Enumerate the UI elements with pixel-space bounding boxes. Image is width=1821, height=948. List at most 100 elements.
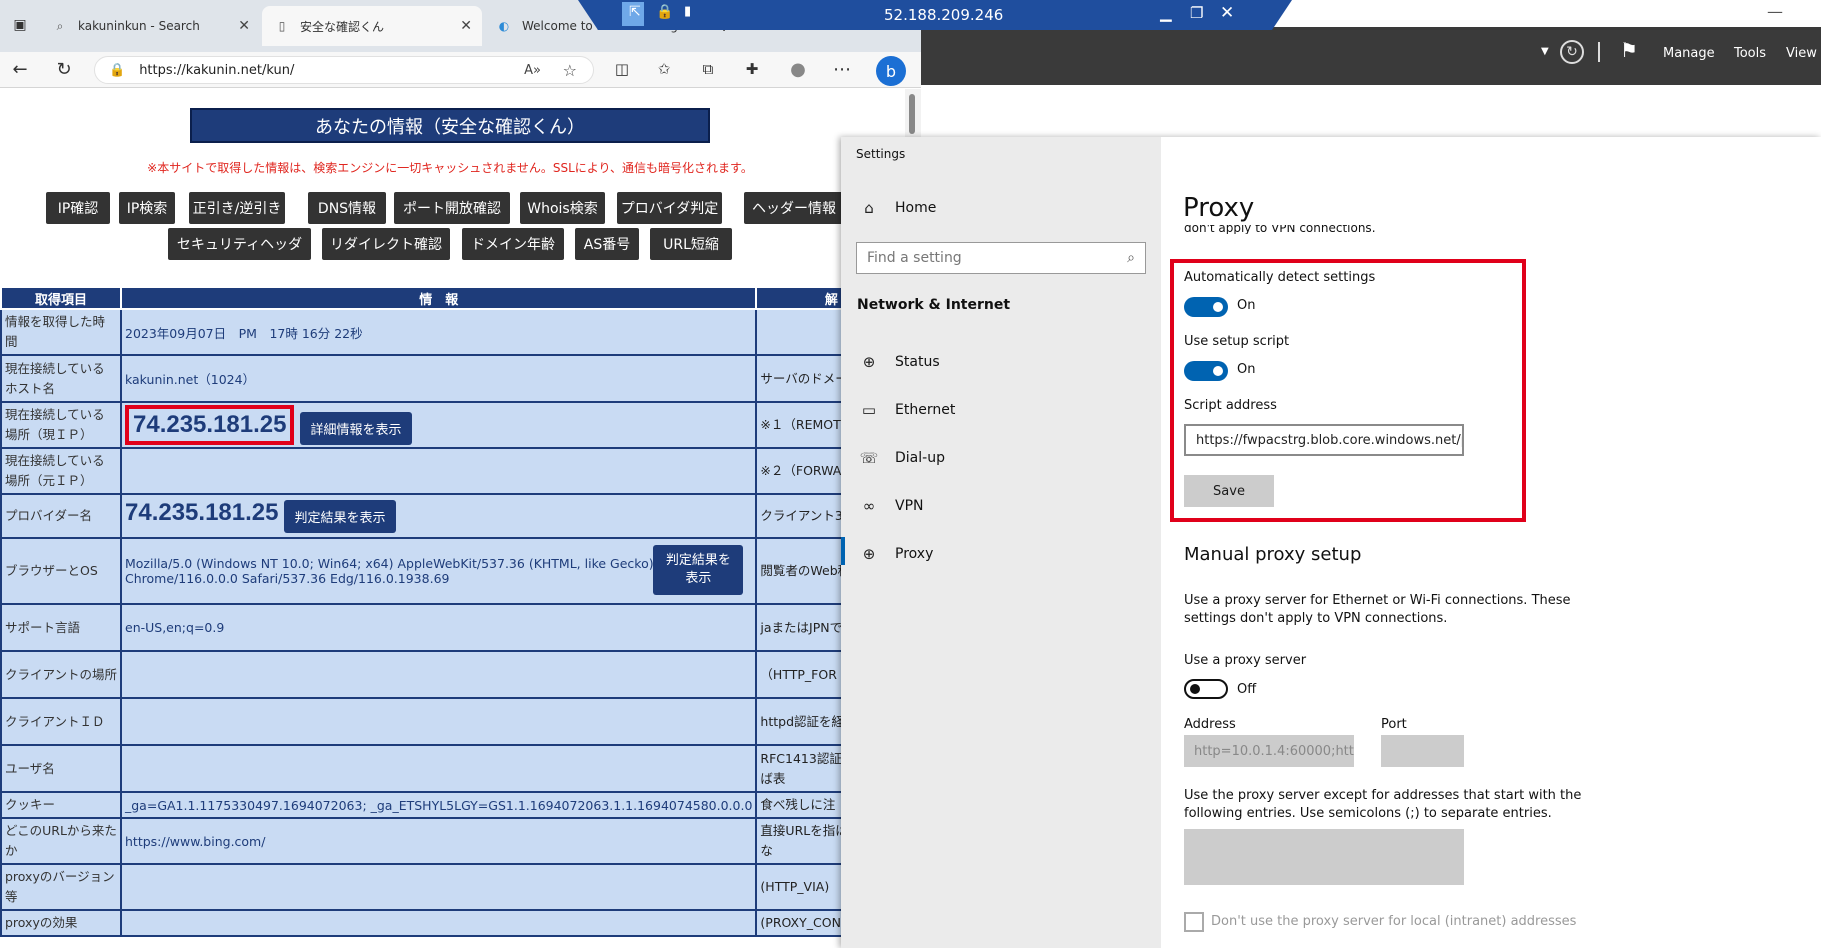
rdp-minimize-icon[interactable]: ▁ <box>1160 4 1172 22</box>
read-aloud-icon[interactable]: A» <box>524 63 541 78</box>
nav-home-label: Home <box>895 200 937 216</box>
user-agent-text: Mozilla/5.0 (Windows NT 10.0; Win64; x64… <box>125 556 654 586</box>
split-screen-icon[interactable]: ◫ <box>610 58 634 80</box>
rdp-ip-text: 52.188.209.246 <box>884 6 1004 24</box>
tab-actions-icon[interactable]: ▣ <box>8 14 32 36</box>
extensions-icon[interactable]: ✚ <box>740 58 764 80</box>
menu-tools[interactable]: Tools <box>1734 46 1766 61</box>
auto-detect-label: Automatically detect settings <box>1184 270 1376 285</box>
scrollbar-thumb[interactable] <box>909 94 915 134</box>
save-button[interactable]: Save <box>1184 475 1274 507</box>
exceptions-description: Use the proxy server except for addresse… <box>1184 788 1582 821</box>
collections-icon[interactable]: ⧉ <box>696 58 720 80</box>
nav-button-nav_row1-1[interactable]: IP検索 <box>119 192 175 224</box>
favorites-icon[interactable]: ✩ <box>652 58 676 80</box>
setup-script-toggle[interactable] <box>1184 361 1228 381</box>
row-value: _ga=GA1.1.1175330497.1694072063; _ga_ETS… <box>119 791 758 819</box>
row-value: 74.235.181.25 判定結果を表示 <box>119 493 758 539</box>
use-proxy-toggle[interactable] <box>1184 679 1228 699</box>
rdp-restore-icon[interactable]: ❐ <box>1190 4 1203 22</box>
table-row: 現在接続している場所（現ＩＰ） 74.235.181.25 詳細情報を表示 ※１（RE… <box>0 401 908 449</box>
nav-button-nav_row1-5[interactable]: Whois検索 <box>520 192 605 224</box>
nav-button-nav_row2-3[interactable]: AS番号 <box>575 228 639 260</box>
tab-label: kakuninkun - Search <box>78 19 200 33</box>
table-row: クッキー _ga=GA1.1.1175330497.1694072063; _ga… <box>0 791 908 819</box>
row-label: 現在接続している場所（元ＩＰ） <box>0 447 122 495</box>
signal-icon: ▮ <box>684 4 692 19</box>
exceptions-textarea[interactable] <box>1184 829 1464 885</box>
show-result-button[interactable]: 判定結果を表示 <box>284 500 396 533</box>
refresh-icon[interactable]: ↻ <box>52 58 76 80</box>
rdp-close-icon[interactable]: ✕ <box>1220 3 1234 23</box>
row-label: 現在接続しているホスト名 <box>0 354 122 403</box>
nav-ethernet[interactable]: ▭ Ethernet <box>857 401 955 419</box>
favorite-star-icon[interactable]: ☆ <box>563 61 577 80</box>
nav-button-nav_row2-1[interactable]: リダイレクト確認 <box>322 228 450 260</box>
nav-button-nav_row2-4[interactable]: URL短縮 <box>650 228 732 260</box>
clipped-text: don't apply to VPN connections. <box>1184 225 1376 234</box>
table-row: どこのURLから来たか https://www.bing.com/直接URLを指は… <box>0 817 908 865</box>
menu-manage[interactable]: Manage <box>1663 46 1715 61</box>
close-icon[interactable]: ✕ <box>460 18 472 34</box>
nav-button-nav_row1-3[interactable]: DNS情報 <box>308 192 386 224</box>
show-details-button[interactable]: 詳細情報を表示 <box>300 412 412 445</box>
row-label: 現在接続している場所（現ＩＰ） <box>0 401 122 449</box>
tab-label: 安全な確認くん <box>300 19 385 34</box>
table-row: クライアントの場所 （HTTP_FOR <box>0 650 908 699</box>
tab-kakunin[interactable]: ▯ 安全な確認くん ✕ <box>262 6 482 46</box>
nav-vpn[interactable]: ∞ VPN <box>857 497 924 515</box>
nav-button-nav_row1-2[interactable]: 正引き/逆引き <box>189 192 285 224</box>
url-text: https://kakunin.net/kun/ <box>139 62 295 78</box>
find-setting-input[interactable]: Find a setting ⌕ <box>856 242 1146 274</box>
menu-view[interactable]: View <box>1786 46 1817 61</box>
nav-button-nav_row1-0[interactable]: IP確認 <box>46 192 110 224</box>
row-value <box>119 697 758 746</box>
lock-icon: 🔒 <box>656 4 674 20</box>
nav-dialup-label: Dial-up <box>895 450 945 466</box>
nav-home[interactable]: ⌂ Home <box>857 199 936 217</box>
settings-sidebar: Settings ⌂ Home Find a setting ⌕ Network… <box>841 137 1161 948</box>
category-heading: Network & Internet <box>857 297 1011 313</box>
dropdown-icon[interactable]: ▼ <box>1541 46 1549 57</box>
pin-glyph-icon[interactable]: ⇱ <box>629 4 641 20</box>
url-field[interactable]: 🔒 https://kakunin.net/kun/ A» ☆ <box>94 56 594 84</box>
back-icon[interactable]: ← <box>8 58 32 80</box>
nav-dialup[interactable]: ☏ Dial-up <box>857 449 945 467</box>
port-input[interactable] <box>1381 735 1464 767</box>
row-value: Mozilla/5.0 (Windows NT 10.0; Win64; x64… <box>119 537 758 605</box>
col-header-info: 情 報 <box>119 286 758 310</box>
globe-icon: ⊕ <box>862 353 876 371</box>
notifications-flag-icon[interactable]: ⚑ <box>1620 38 1638 62</box>
close-icon[interactable]: ✕ <box>238 18 250 34</box>
more-menu-icon[interactable]: ⋯ <box>830 58 854 80</box>
row-value: https://www.bing.com/ <box>119 817 758 865</box>
nav-button-nav_row1-7[interactable]: ヘッダー情報 <box>744 192 844 224</box>
minimize-icon[interactable]: — <box>1767 2 1783 21</box>
script-address-input[interactable]: https://fwpacstrg.blob.core.windows.net/… <box>1184 424 1464 456</box>
refresh-icon[interactable]: ↻ <box>1560 40 1584 64</box>
table-row: 情報を取得した時間 2023年09月07日 PM 17時 16分 22秒 <box>0 308 908 356</box>
nav-button-nav_row1-4[interactable]: ポート開放確認 <box>394 192 510 224</box>
row-label: proxyの効果 <box>0 909 122 937</box>
row-label: クライアントの場所 <box>0 650 122 699</box>
row-label: クライアントＩＤ <box>0 697 122 746</box>
bing-copilot-icon[interactable]: b <box>876 56 906 86</box>
nav-button-nav_row2-2[interactable]: ドメイン年齢 <box>462 228 564 260</box>
row-label: ブラウザーとOS <box>0 537 122 605</box>
address-input[interactable]: http=10.0.1.4:60000;https <box>1184 735 1354 767</box>
browser-result-button[interactable]: 判定結果を表示 <box>653 545 744 595</box>
nav-button-nav_row2-0[interactable]: セキュリティヘッダ <box>168 228 311 260</box>
page-notice: ※本サイトで取得した情報は、検索エンジンに一切キャッシュされません。SSLにより… <box>147 161 753 175</box>
profile-avatar-icon[interactable]: ● <box>786 58 810 80</box>
nav-status[interactable]: ⊕ Status <box>857 353 940 371</box>
home-icon: ⌂ <box>864 199 874 217</box>
nav-ethernet-label: Ethernet <box>895 402 956 418</box>
vpn-icon: ∞ <box>862 497 876 515</box>
nav-button-nav_row1-6[interactable]: プロバイダ判定 <box>617 192 722 224</box>
tab-search[interactable]: ⌕ kakuninkun - Search ✕ <box>40 6 260 46</box>
auto-detect-toggle[interactable] <box>1184 297 1228 317</box>
script-address-label: Script address <box>1184 398 1277 413</box>
nav-proxy[interactable]: ⊕ Proxy <box>857 545 934 563</box>
local-bypass-checkbox[interactable] <box>1184 912 1204 932</box>
search-placeholder: Find a setting <box>867 250 962 266</box>
